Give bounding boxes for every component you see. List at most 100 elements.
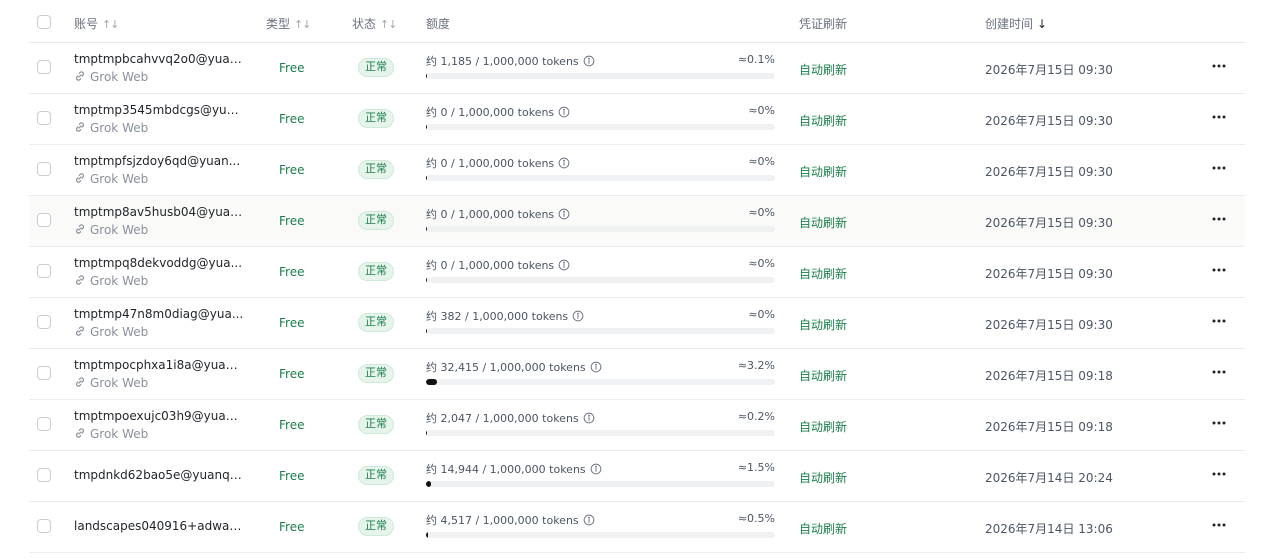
select-all-checkbox[interactable] [37,15,51,29]
table-row[interactable]: tmptmpoexujc03h9@yuan... Grok Web Free 正… [29,400,1245,451]
table-row[interactable]: tmptmp8av5husb04@yuan... Grok Web Free 正… [29,196,1245,247]
info-icon[interactable] [583,514,595,529]
row-checkbox[interactable] [37,315,51,329]
quota-percent: ≈0% [748,155,775,168]
credential-refresh: 自动刷新 [799,114,848,128]
more-actions-icon[interactable] [1211,262,1227,278]
header-quota-label: 额度 [426,17,451,31]
table-row[interactable]: tmpdnkd62bao5e@yuanqi... Free 正常 约 14,94… [29,451,1245,502]
credential-refresh: 自动刷新 [799,216,848,230]
quota-progress-fill [426,481,432,487]
account-source: Grok Web [74,172,148,187]
header-created-at[interactable]: 创建时间 ↓ [985,15,1047,32]
header-type[interactable]: 类型 ↑↓ [266,15,311,32]
account-source-label: Grok Web [90,325,149,339]
quota-usage: 约 1,185 / 1,000,000 tokens [426,53,595,70]
quota-progress-fill [426,379,438,385]
quota-percent: ≈0% [748,206,775,219]
table-row[interactable]: tmptmpbcahvvq2o0@yuan... Grok Web Free 正… [29,43,1245,94]
credential-refresh: 自动刷新 [799,318,848,332]
quota-progress-fill [426,532,428,538]
account-type: Free [279,367,305,381]
quota-usage: 约 0 / 1,000,000 tokens [426,155,570,172]
row-checkbox[interactable] [37,468,51,482]
status-badge: 正常 [358,517,394,536]
account-source-label: Grok Web [90,223,149,237]
row-checkbox[interactable] [37,519,51,533]
info-icon[interactable] [558,106,570,121]
account-email[interactable]: tmptmp47n8m0diag@yua... [74,307,244,321]
more-actions-icon[interactable] [1211,364,1227,380]
more-actions-icon[interactable] [1211,58,1227,74]
quota-percent: ≈0.1% [737,53,775,66]
sort-icon[interactable]: ↑↓ [294,18,311,31]
row-checkbox[interactable] [37,60,51,74]
account-source-label: Grok Web [90,172,149,186]
account-email[interactable]: tmptmpfsjzdoy6qd@yuan... [74,154,244,168]
header-account[interactable]: 账号 ↑↓ [74,15,119,32]
info-icon[interactable] [558,157,570,172]
account-type: Free [279,214,305,228]
quota-progress-fill [426,277,427,283]
quota-progress-bar [426,430,775,436]
header-account-label: 账号 [74,17,99,31]
info-icon[interactable] [583,412,595,427]
quota-usage: 约 382 / 1,000,000 tokens [426,308,584,325]
account-source-label: Grok Web [90,376,149,390]
account-email[interactable]: tmptmpocphxa1i8a@yuan... [74,358,244,372]
more-actions-icon[interactable] [1211,313,1227,329]
table-row[interactable]: tmptmpocphxa1i8a@yuan... Grok Web Free 正… [29,349,1245,400]
header-status[interactable]: 状态 ↑↓ [352,15,397,32]
more-actions-icon[interactable] [1211,109,1227,125]
info-icon[interactable] [583,55,595,70]
more-actions-icon[interactable] [1211,211,1227,227]
row-checkbox[interactable] [37,213,51,227]
link-icon [74,172,86,187]
info-icon[interactable] [572,310,584,325]
link-icon [74,427,86,442]
table-row[interactable]: landscapes040916+adwad... Free 正常 约 4,51… [29,502,1245,553]
quota-percent: ≈1.5% [737,461,775,474]
account-email[interactable]: tmptmpoexujc03h9@yuan... [74,409,244,423]
more-actions-icon[interactable] [1211,415,1227,431]
row-checkbox[interactable] [37,162,51,176]
sort-icon[interactable]: ↑↓ [102,18,119,31]
table-row[interactable]: tmptmpfsjzdoy6qd@yuan... Grok Web Free 正… [29,145,1245,196]
row-checkbox[interactable] [37,366,51,380]
quota-progress-fill [426,73,427,79]
account-email[interactable]: tmptmp3545mbdcgs@yua... [74,103,244,117]
info-icon[interactable] [558,208,570,223]
quota-progress-bar [426,226,775,232]
arrow-down-icon[interactable]: ↓ [1037,17,1047,31]
quota-progress-bar [426,277,775,283]
more-actions-icon[interactable] [1211,517,1227,533]
status-badge: 正常 [358,262,394,281]
header-quota: 额度 [426,15,450,32]
created-at: 2026年7月15日 09:30 [985,114,1113,128]
account-email[interactable]: tmptmpq8dekvoddg@yua... [74,256,244,270]
link-icon [74,376,86,391]
more-actions-icon[interactable] [1211,466,1227,482]
row-checkbox[interactable] [37,111,51,125]
more-actions-icon[interactable] [1211,160,1227,176]
row-checkbox[interactable] [37,264,51,278]
account-type: Free [279,265,305,279]
info-icon[interactable] [558,259,570,274]
table-row[interactable]: tmptmpq8dekvoddg@yua... Grok Web Free 正常… [29,247,1245,298]
account-email[interactable]: tmptmp8av5husb04@yuan... [74,205,244,219]
row-checkbox[interactable] [37,417,51,431]
quota-progress-fill [426,328,427,334]
sort-icon[interactable]: ↑↓ [380,18,397,31]
info-icon[interactable] [590,361,602,376]
table-row[interactable]: tmptmp47n8m0diag@yua... Grok Web Free 正常… [29,298,1245,349]
account-email[interactable]: tmpdnkd62bao5e@yuanqi... [74,468,244,482]
account-type: Free [279,316,305,330]
account-email[interactable]: tmptmpbcahvvq2o0@yuan... [74,52,244,66]
account-email[interactable]: landscapes040916+adwad... [74,519,244,533]
account-source: Grok Web [74,325,148,340]
table-row[interactable]: tmptmp3545mbdcgs@yua... Grok Web Free 正常… [29,94,1245,145]
account-type: Free [279,61,305,75]
created-at: 2026年7月15日 09:18 [985,420,1113,434]
info-icon[interactable] [590,463,602,478]
account-source: Grok Web [74,223,148,238]
